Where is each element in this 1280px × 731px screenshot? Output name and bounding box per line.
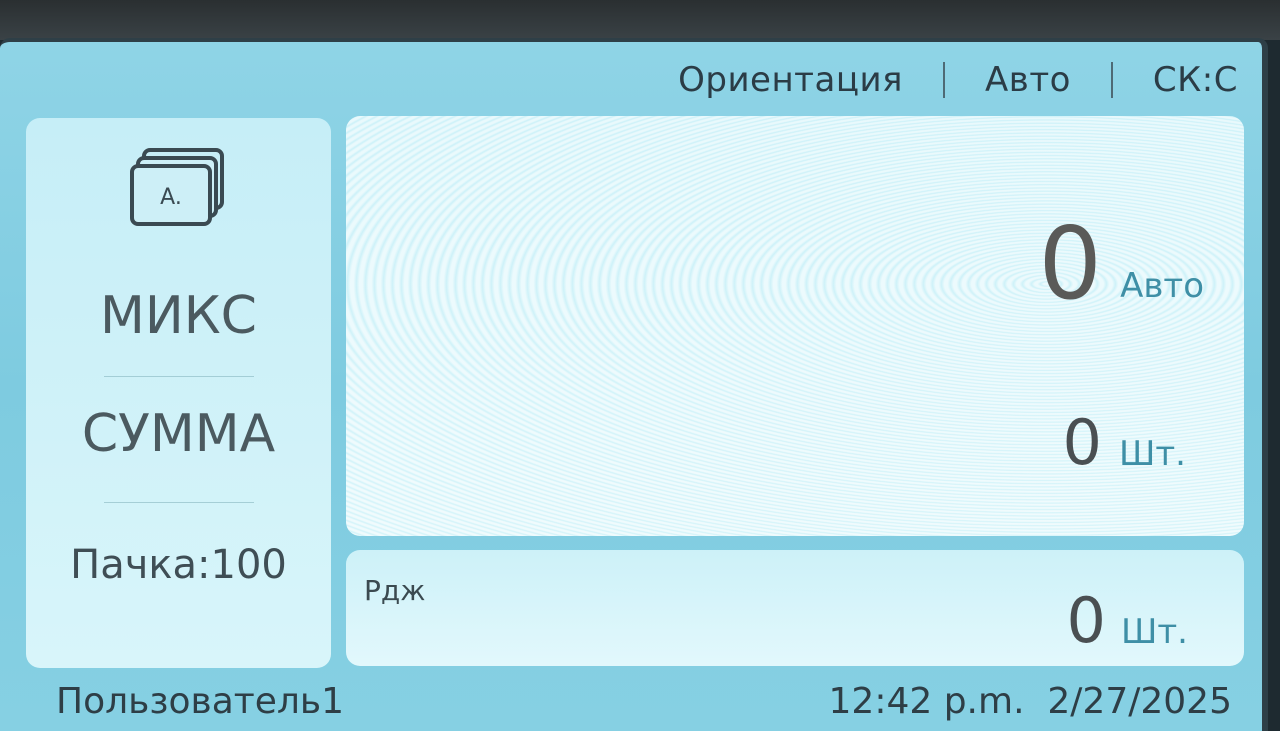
sk-button[interactable]: СК:С [1153, 60, 1238, 100]
icon-letter: A. [160, 185, 182, 210]
count-display: 0 Авто 0 Шт. [346, 116, 1244, 536]
reject-count-unit: Шт. [1121, 612, 1188, 652]
mode-panel[interactable]: A. МИКС СУММА Пачка:100 [26, 118, 331, 668]
top-bar: Ориентация Авто СК:С [678, 56, 1238, 104]
reject-count-value: 0 [1066, 584, 1106, 657]
device-bezel [0, 0, 1280, 40]
device-screen: Ориентация Авто СК:С A. МИКС СУММА Пачка… [0, 38, 1268, 731]
reject-label: Рдж [364, 574, 426, 607]
amount-value: 0 [1038, 205, 1102, 322]
date-time: 12:42 p.m. 2/27/2025 [828, 681, 1232, 722]
count-value: 0 [1062, 406, 1102, 479]
separator [943, 62, 946, 98]
count-unit: Шт. [1119, 434, 1186, 474]
divider [104, 376, 254, 377]
sum-mode-label[interactable]: СУММА [26, 404, 331, 464]
mix-mode-label[interactable]: МИКС [26, 286, 331, 346]
mode-button[interactable]: Авто [985, 60, 1071, 100]
user-name[interactable]: Пользователь1 [56, 681, 344, 722]
reject-panel: Рдж 0 Шт. [346, 550, 1244, 666]
orientation-button[interactable]: Ориентация [678, 60, 903, 100]
status-bar: Пользователь1 12:42 p.m. 2/27/2025 [0, 681, 1262, 725]
separator [1110, 62, 1113, 98]
batch-setting[interactable]: Пачка:100 [26, 542, 331, 588]
divider [104, 502, 254, 503]
amount-unit: Авто [1120, 266, 1204, 306]
document-stack-icon: A. [130, 148, 224, 226]
